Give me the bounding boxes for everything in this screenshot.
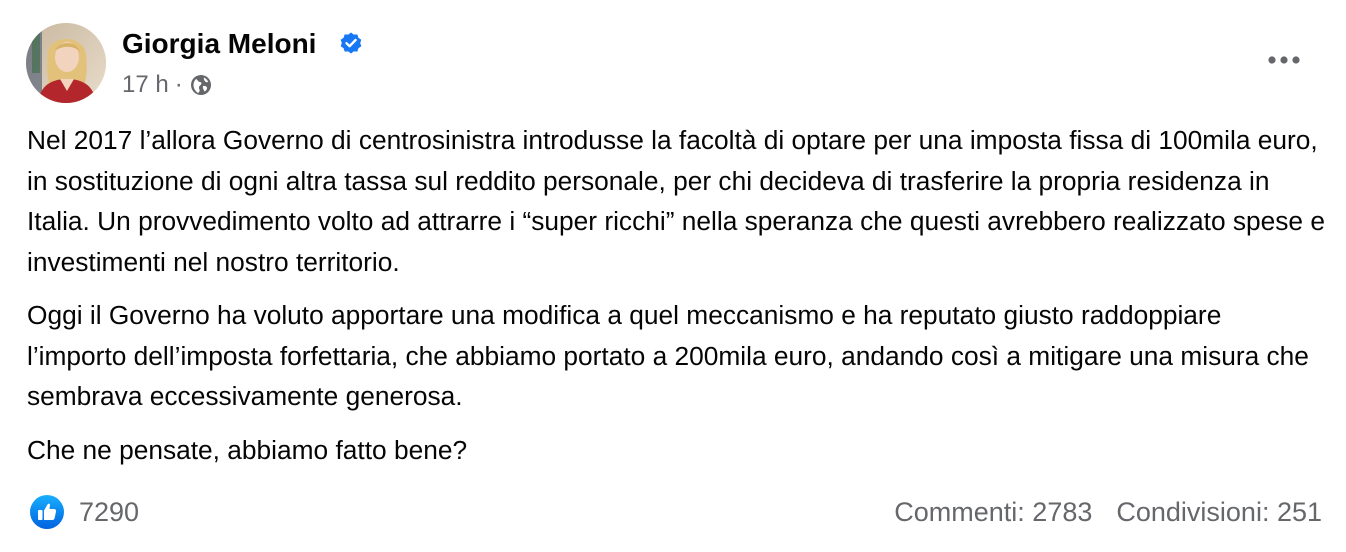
more-options-button[interactable] — [1262, 44, 1306, 76]
comments-count[interactable]: Commenti: 2783 — [894, 494, 1092, 530]
shares-count[interactable]: Condivisioni: 251 — [1116, 494, 1322, 530]
reaction-count: 7290 — [79, 497, 140, 527]
post-paragraph: Che ne pensate, abbiamo fatto bene? — [27, 434, 468, 465]
post-meta: 17 h · — [122, 70, 213, 100]
post-paragraph: Nel 2017 l’allora Governo di centrosinis… — [27, 125, 1325, 277]
reactions-summary[interactable]: 7290 — [29, 494, 139, 530]
verified-badge-icon — [338, 30, 364, 56]
post-text: Nel 2017 l’allora Governo di centrosinis… — [27, 120, 1327, 470]
post-timestamp[interactable]: 17 h — [122, 70, 169, 100]
avatar-image — [26, 23, 106, 103]
author-avatar[interactable] — [26, 23, 106, 103]
like-reaction-icon — [29, 494, 65, 530]
globe-icon[interactable] — [189, 73, 213, 97]
more-options-icon — [1268, 56, 1300, 64]
author-name[interactable]: Giorgia Meloni — [122, 26, 316, 62]
engagement-stats: Commenti: 2783 Condivisioni: 251 — [894, 494, 1322, 530]
post-paragraph: Oggi il Governo ha voluto apportare una … — [27, 300, 1309, 411]
meta-separator: · — [174, 71, 183, 98]
facebook-post: Giorgia Meloni 17 h · Nel 2017 l’allora … — [0, 0, 1346, 552]
